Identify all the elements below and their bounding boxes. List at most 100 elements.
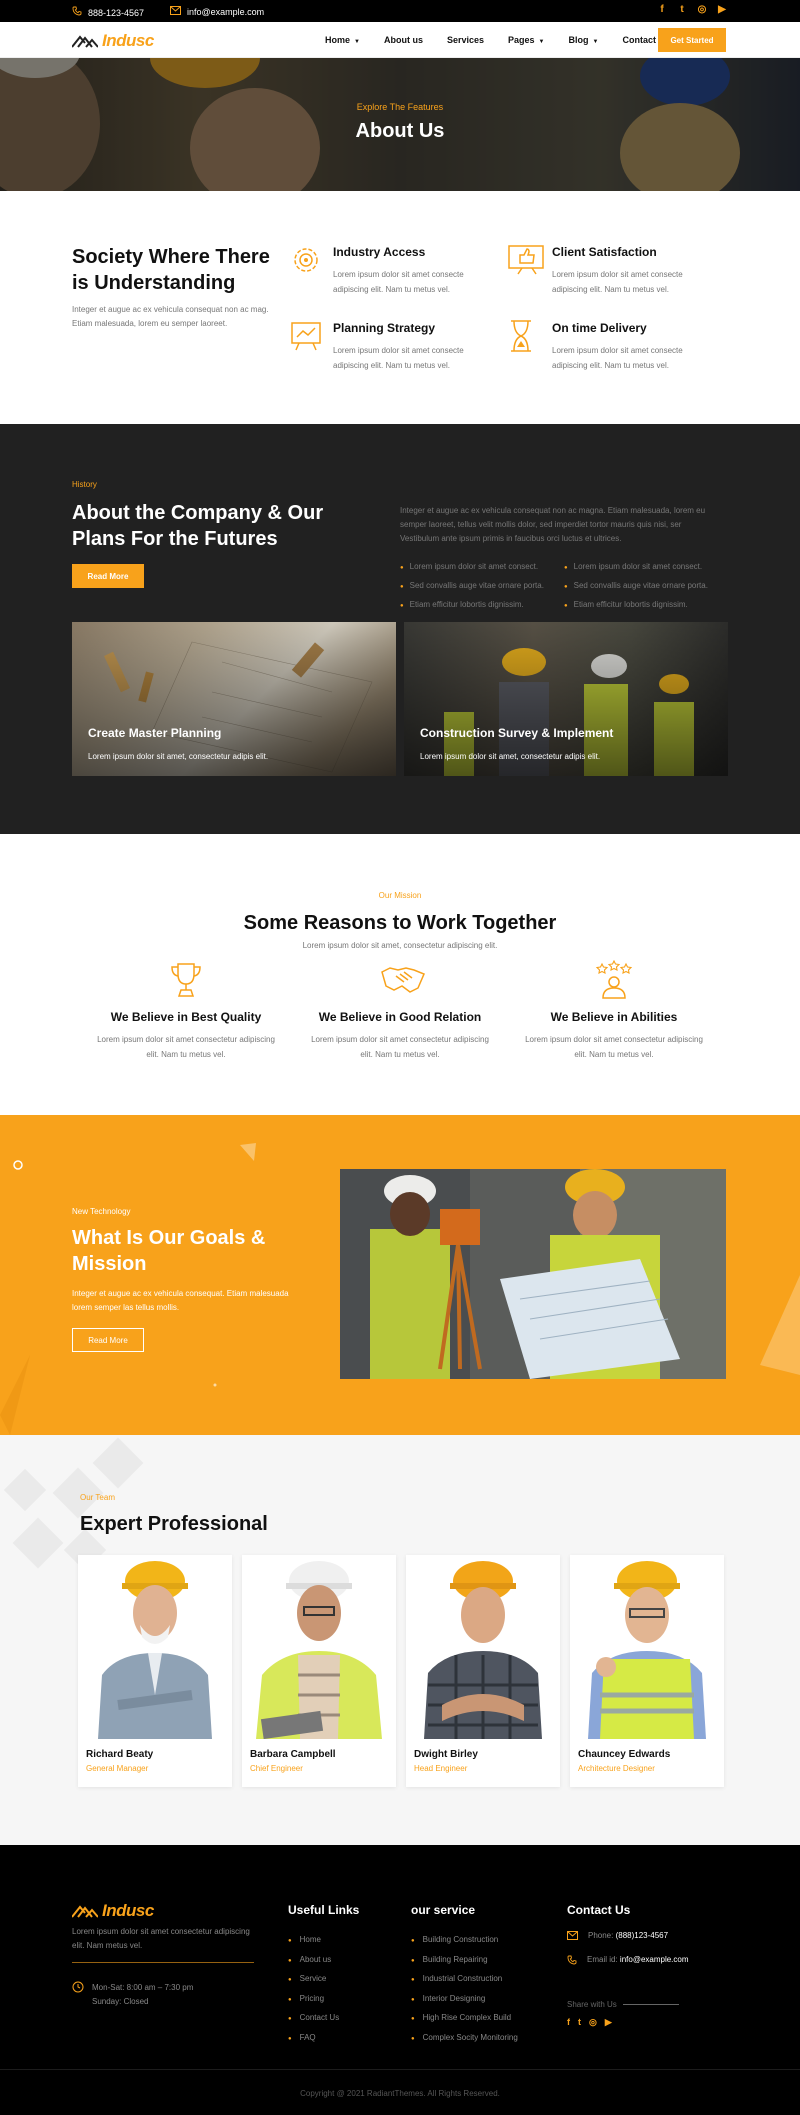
gear-icon: [289, 243, 323, 277]
nav-home[interactable]: Home ▼: [325, 35, 360, 45]
share-label: Share with Us: [567, 2000, 617, 2009]
list-item: Sed convallis auge vitae ornare porta.: [400, 577, 544, 596]
email-value: info@example.com: [619, 1955, 689, 1964]
facebook-icon[interactable]: f: [567, 2017, 570, 2028]
service-card-construction-survey[interactable]: Construction Survey & Implement Lorem ip…: [404, 622, 728, 776]
footer-service-link[interactable]: Building Construction: [411, 1931, 518, 1951]
instagram-icon[interactable]: ◎: [589, 2017, 597, 2028]
feature-desc: Lorem ipsum dolor sit amet consecte adip…: [552, 346, 683, 370]
avatar: [406, 1555, 560, 1739]
member-role: Chief Engineer: [250, 1764, 303, 1773]
phone-value: (888)123-4567: [615, 1931, 669, 1940]
footer-link-home[interactable]: Home: [288, 1931, 339, 1951]
member-name: Richard Beaty: [86, 1749, 154, 1760]
member-role: Architecture Designer: [578, 1764, 655, 1773]
list-item: Lorem ipsum dolor sit amet consect.: [400, 558, 544, 577]
useful-links-title: Useful Links: [288, 1903, 360, 1917]
feature-desc: Lorem ipsum dolor sit amet consecte adip…: [333, 346, 464, 370]
footer-service-link[interactable]: Industrial Construction: [411, 1970, 518, 1990]
goals-kicker: New Technology: [72, 1207, 131, 1216]
features-title: Society Where There is Understanding: [72, 246, 270, 294]
top-phone[interactable]: 888-123-4567: [72, 6, 144, 19]
youtube-icon[interactable]: ▶: [605, 2017, 612, 2028]
twitter-icon[interactable]: t: [676, 4, 688, 15]
card-desc: Lorem ipsum dolor sit amet, consectetur …: [88, 752, 269, 761]
reason-title: We Believe in Good Relation: [318, 1010, 482, 1024]
footer-service-link[interactable]: Building Repairing: [411, 1951, 518, 1971]
reason-title: We Believe in Abilities: [550, 1010, 678, 1024]
chevron-down-icon: ▼: [538, 39, 545, 45]
feature-title: Client Satisfaction: [552, 245, 657, 259]
youtube-icon[interactable]: ▶: [716, 4, 728, 15]
nav-pages[interactable]: Pages ▼: [508, 35, 544, 45]
team-card[interactable]: Richard Beaty General Manager: [78, 1555, 232, 1787]
chevron-down-icon: ▼: [592, 39, 599, 45]
card-desc: Lorem ipsum dolor sit amet, consectetur …: [420, 752, 601, 761]
instagram-icon[interactable]: ◎: [696, 4, 708, 15]
feature-desc: Lorem ipsum dolor sit amet consecte adip…: [333, 270, 464, 294]
service-card-master-planning[interactable]: Create Master Planning Lorem ipsum dolor…: [72, 622, 396, 776]
history-list-left: Lorem ipsum dolor sit amet consect. Sed …: [400, 558, 544, 615]
card-title: Construction Survey & Implement: [420, 726, 614, 740]
footer-link-faq[interactable]: FAQ: [288, 2029, 339, 2049]
nav-services[interactable]: Services: [447, 35, 484, 45]
team-card[interactable]: Dwight Birley Head Engineer: [406, 1555, 560, 1787]
reason-title: We Believe in Best Quality: [110, 1010, 262, 1024]
avatar: [242, 1555, 396, 1740]
footer-email[interactable]: Email id: info@example.com: [567, 1955, 689, 1967]
nav-blog[interactable]: Blog ▼: [569, 35, 599, 45]
reason-abilities: We Believe in Abilities Lorem ipsum dolo…: [524, 959, 704, 1062]
footer-phone[interactable]: Phone: (888)123-4567: [567, 1931, 668, 1942]
footer-link-service[interactable]: Service: [288, 1970, 339, 1990]
team-card[interactable]: Chauncey Edwards Architecture Designer: [570, 1555, 724, 1787]
list-item: Sed convallis auge vitae ornare porta.: [564, 577, 708, 596]
avatar: [570, 1555, 724, 1739]
reason-quality: We Believe in Best Quality Lorem ipsum d…: [96, 960, 276, 1062]
history-title: About the Company & Our Plans For the Fu…: [72, 502, 324, 550]
goals-read-more-button[interactable]: Read More: [72, 1328, 144, 1352]
site-logo[interactable]: Indusc: [71, 31, 154, 51]
footer-service-link[interactable]: Complex Socity Monitoring: [411, 2029, 518, 2049]
strategy-board-icon: [289, 319, 323, 353]
footer-link-about[interactable]: About us: [288, 1951, 339, 1971]
team-title: Expert Professional: [80, 1513, 268, 1535]
nav-about[interactable]: About us: [384, 35, 423, 45]
reason-desc: Lorem ipsum dolor sit amet consectetur a…: [97, 1035, 275, 1059]
member-name: Dwight Birley: [414, 1749, 478, 1760]
top-email-text: info@example.com: [187, 7, 265, 17]
footer-social-links: f t ◎ ▶: [567, 2017, 612, 2028]
handshake-icon: [380, 960, 425, 1000]
engineers-survey-image: [340, 1169, 726, 1379]
twitter-icon[interactable]: t: [578, 2017, 581, 2028]
mail-icon: [170, 6, 181, 18]
trophy-icon: [166, 960, 206, 1000]
footer-link-pricing[interactable]: Pricing: [288, 1990, 339, 2010]
facebook-icon[interactable]: f: [656, 4, 668, 15]
team-card[interactable]: Barbara Campbell Chief Engineer: [242, 1555, 396, 1787]
avatar: [78, 1555, 232, 1739]
phone-icon: [567, 1955, 577, 1967]
history-paragraph: Integer et augue ac ex vehicula consequa…: [400, 506, 706, 543]
feature-desc: Lorem ipsum dolor sit amet consecte adip…: [552, 270, 683, 294]
nav-pages-label: Pages: [508, 35, 535, 45]
opening-hours: Mon-Sat: 8:00 am – 7:30 pm Sunday: Close…: [72, 1981, 193, 2009]
top-email[interactable]: info@example.com: [170, 6, 264, 18]
footer-service-link[interactable]: High Rise Complex Build: [411, 2009, 518, 2029]
list-item: Lorem ipsum dolor sit amet consect.: [564, 558, 708, 577]
footer-service-link[interactable]: Interior Designing: [411, 1990, 518, 2010]
read-more-button[interactable]: Read More: [72, 564, 144, 588]
reason-desc: Lorem ipsum dolor sit amet consectetur a…: [311, 1035, 489, 1059]
share-divider: [622, 2004, 679, 2005]
features-desc: Integer et augue ac ex vehicula consequa…: [72, 305, 269, 328]
site-footer: Indusc Lorem ipsum dolor sit amet consec…: [0, 1845, 800, 2115]
team-kicker: Our Team: [80, 1493, 115, 1502]
logo-text: Indusc: [102, 31, 154, 50]
history-kicker: History: [72, 480, 97, 489]
member-name: Chauncey Edwards: [578, 1749, 671, 1760]
footer-logo[interactable]: Indusc: [71, 1901, 154, 1921]
logo-mark-icon: [71, 1904, 99, 1918]
get-started-button[interactable]: Get Started: [658, 28, 726, 52]
footer-link-contact[interactable]: Contact Us: [288, 2009, 340, 2029]
page-title: About Us: [355, 120, 445, 142]
reasons-title: Some Reasons to Work Together: [243, 912, 557, 934]
